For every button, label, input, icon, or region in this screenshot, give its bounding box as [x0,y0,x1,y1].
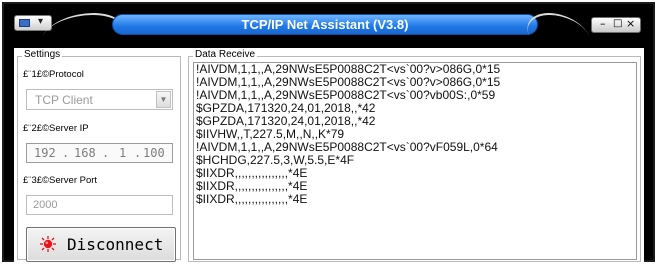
client-area: Settings £¨1£©Protocol TCP Client ▼ £¨2£… [14,48,644,262]
ip-octet-1[interactable]: 192 [34,146,56,160]
maximize-icon[interactable]: □ [613,18,622,29]
title-bar[interactable]: ▾ TCP/IP Net Assistant (V3.8) – □ × [4,4,653,40]
server-port-value: 2000 [33,199,58,211]
status-led-icon [40,236,56,252]
data-receive-legend: Data Receive [193,49,258,60]
window-title: TCP/IP Net Assistant (V3.8) [241,17,409,32]
ip-octet-2[interactable]: 168 [74,146,96,160]
server-port-field[interactable]: 2000 [26,195,173,215]
settings-legend: Settings [22,49,63,60]
minimize-icon[interactable]: – [600,17,606,30]
receive-line: $IIXDR,,,,,,,,,,,,,,,,*4E [196,192,308,206]
server-ip-label: £¨2£©Server IP [23,123,89,134]
close-icon[interactable]: × [626,17,635,30]
ip-separator: . [134,146,142,160]
protocol-value: TCP Client [35,93,93,107]
protocol-label: £¨1£©Protocol [23,69,84,80]
server-ip-field[interactable]: 192 . 168 . 1 . 100 [26,143,173,163]
settings-group: Settings £¨1£©Protocol TCP Client ▼ £¨2£… [17,49,181,262]
app-window: ▾ TCP/IP Net Assistant (V3.8) – □ × Sett… [2,2,655,262]
title-pill: TCP/IP Net Assistant (V3.8) [112,14,538,35]
ip-octet-4[interactable]: 100 [143,146,165,160]
ip-octet-3[interactable]: 1 [119,146,126,160]
dropdown-arrow-icon[interactable]: ▼ [156,91,171,108]
ip-separator: . [102,146,110,160]
server-port-label: £¨3£©Server Port [23,175,98,186]
disconnect-label: Disconnect [67,235,164,254]
receive-text-area[interactable]: !AIVDM,1,1,,A,29NWsE5P0088C2T<vs`00?v>08… [193,62,637,260]
ip-separator: . [62,146,70,160]
protocol-select[interactable]: TCP Client ▼ [26,89,173,110]
data-receive-group: Data Receive !AIVDM,1,1,,A,29NWsE5P0088C… [188,49,641,262]
chevron-down-icon: ▾ [38,16,44,27]
window-controls: – □ × [591,17,641,33]
disconnect-button[interactable]: Disconnect [26,227,176,262]
app-icon [19,19,30,27]
